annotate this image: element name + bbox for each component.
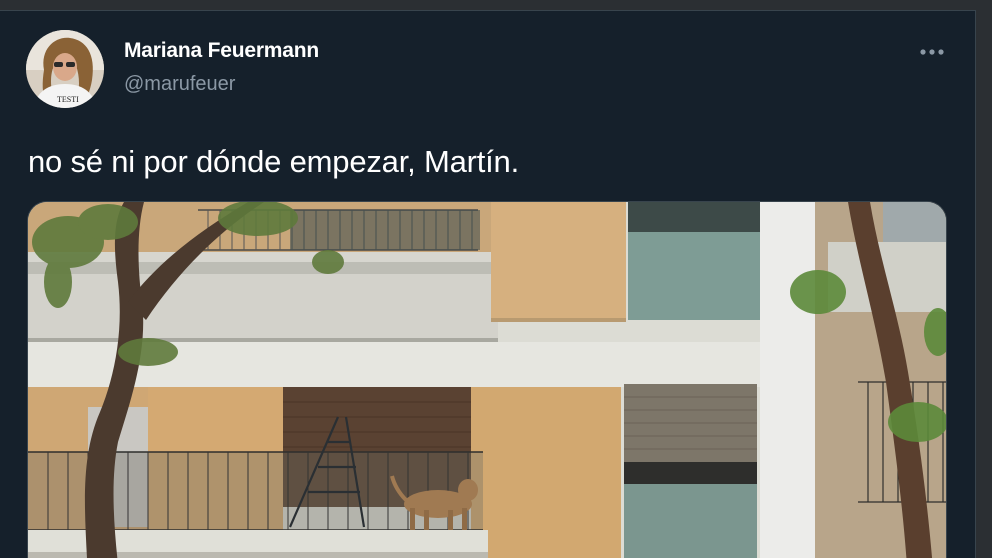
author-handle[interactable]: @marufeuer	[124, 73, 235, 96]
avatar-image: TESTI	[26, 30, 104, 108]
more-horizontal-icon	[920, 49, 944, 55]
tweet-text: no sé ni por dónde empezar, Martín.	[28, 144, 520, 179]
tweet-card[interactable]: TESTI Mariana Feuermann @marufeuer no sé…	[0, 10, 976, 558]
photo-building-with-dog	[28, 202, 946, 558]
avatar[interactable]: TESTI	[26, 30, 104, 108]
screenshot-frame: TESTI Mariana Feuermann @marufeuer no sé…	[0, 0, 992, 558]
tweet-photo[interactable]	[27, 201, 947, 558]
avatar-shirt-text: TESTI	[57, 95, 79, 104]
more-options-button[interactable]	[912, 39, 952, 65]
author-name[interactable]: Mariana Feuermann	[124, 39, 319, 63]
